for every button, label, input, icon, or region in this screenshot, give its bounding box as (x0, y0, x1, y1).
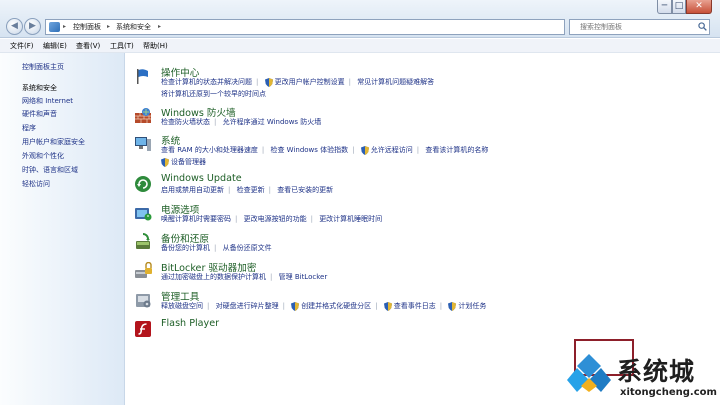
control-panel-window: ─ □ ✕ ◀ ▶ ▸ 控制面板 ▸ 系统和安全 ▸ ▼ ⟳ 文件(F) 编辑(… (0, 0, 720, 405)
link[interactable]: 查看 RAM 的大小和处理器速度 (161, 145, 258, 155)
link[interactable]: 更改计算机睡眠时间 (319, 214, 382, 224)
sidebar-item-hardware[interactable]: 硬件和声音 (22, 109, 57, 119)
power-options-icon (135, 208, 152, 221)
backup-icon (136, 233, 150, 249)
bitlocker-icon (135, 262, 152, 278)
sidebar-item-appearance[interactable]: 外观和个性化 (22, 151, 64, 161)
link-row: 备份您的计算机 | 从备份还原文件 (161, 243, 272, 253)
link[interactable]: 通过加密磁盘上的数据保护计算机 (161, 272, 266, 282)
back-button[interactable]: ◀ (6, 18, 23, 35)
sidebar-item-programs[interactable]: 程序 (22, 123, 36, 133)
link[interactable]: 更改电源按钮的功能 (244, 214, 307, 224)
control-panel-icon (49, 22, 60, 32)
search-input[interactable] (569, 19, 710, 35)
menu-edit[interactable]: 编辑(E) (43, 39, 67, 53)
link[interactable]: 查看该计算机的名称 (425, 145, 488, 155)
link[interactable]: 常见计算机问题疑难解答 (357, 77, 434, 87)
link-row: 设备管理器 (161, 157, 206, 167)
menu-help[interactable]: 帮助(H) (143, 39, 168, 53)
link[interactable]: 对硬盘进行碎片整理 (216, 301, 279, 311)
watermark-logo-icon (567, 354, 611, 392)
title-bar: ─ □ ✕ ◀ ▶ ▸ 控制面板 ▸ 系统和安全 ▸ ▼ ⟳ (0, 0, 720, 38)
link[interactable]: 检查 Windows 体验指数 (270, 145, 348, 155)
minimize-button[interactable]: ─ (657, 0, 672, 14)
link[interactable]: 设备管理器 (171, 157, 206, 167)
flash-player-icon (135, 321, 151, 337)
link[interactable]: 检查更新 (237, 185, 265, 195)
link-row: 检查计算机的状态并解决问题 | 更改用户帐户控制设置 | 常见计算机问题疑难解答 (161, 77, 435, 87)
category-title[interactable]: Flash Player (161, 318, 219, 329)
breadcrumb-system-security[interactable]: 系统和安全 (116, 20, 151, 34)
menu-view[interactable]: 查看(V) (76, 39, 100, 53)
link[interactable]: 查看事件日志 (394, 301, 436, 311)
sidebar-item-clock-region[interactable]: 时钟、语言和区域 (22, 165, 78, 175)
link[interactable]: 释放磁盘空间 (161, 301, 203, 311)
computer-icon (135, 137, 151, 151)
link-row: 检查防火墙状态 | 允许程序通过 Windows 防火墙 (161, 117, 322, 127)
watermark-text: 系统城 (617, 357, 696, 386)
windows-update-icon (135, 176, 151, 192)
breadcrumb-chevron-icon[interactable]: ▸ (158, 20, 161, 34)
maximize-button[interactable]: □ (672, 0, 686, 14)
admin-tools-icon (136, 294, 151, 308)
close-button[interactable]: ✕ (686, 0, 712, 14)
link[interactable]: 备份您的计算机 (161, 243, 210, 253)
menu-tools[interactable]: 工具(T) (110, 39, 134, 53)
sidebar-item-network[interactable]: 网络和 Internet (22, 96, 73, 106)
link[interactable]: 启用或禁用自动更新 (161, 185, 224, 195)
menu-file[interactable]: 文件(F) (10, 39, 34, 53)
shield-icon (291, 301, 300, 311)
firewall-icon (135, 108, 151, 123)
menu-bar: 文件(F) 编辑(E) 查看(V) 工具(T) 帮助(H) (0, 39, 720, 53)
link[interactable]: 允许程序通过 Windows 防火墙 (223, 117, 322, 127)
link-row: 查看 RAM 的大小和处理器速度 | 检查 Windows 体验指数 | 允许远程访… (161, 145, 489, 155)
category-title[interactable]: Windows Update (161, 173, 242, 184)
link-row: 释放磁盘空间 | 对硬盘进行碎片整理 | 创建并格式化硬盘分区 | 查看事件日志 | 计… (161, 301, 487, 311)
breadcrumb-control-panel[interactable]: 控制面板 (73, 20, 101, 34)
link-schedule-tasks[interactable]: 计划任务 (458, 301, 486, 311)
watermark-url: xitongcheng.com (620, 387, 717, 398)
breadcrumb-chevron-icon[interactable]: ▸ (107, 20, 110, 34)
link-row: 唤醒计算机时需要密码 | 更改电源按钮的功能 | 更改计算机睡眠时间 (161, 214, 383, 224)
sidebar-item-user-accounts[interactable]: 用户帐户和家庭安全 (22, 137, 85, 147)
link-row: 将计算机还原到一个较早的时间点 (161, 89, 266, 99)
link[interactable]: 从备份还原文件 (223, 243, 272, 253)
search-icon[interactable] (698, 22, 707, 31)
forward-button[interactable]: ▶ (24, 18, 41, 35)
link[interactable]: 将计算机还原到一个较早的时间点 (161, 89, 266, 99)
shield-icon (360, 145, 369, 155)
link[interactable]: 更改用户帐户控制设置 (275, 77, 345, 87)
sidebar-item-ease-of-access[interactable]: 轻松访问 (22, 179, 50, 189)
shield-icon (383, 301, 392, 311)
link[interactable]: 创建并格式化硬盘分区 (301, 301, 371, 311)
shield-icon (161, 157, 169, 167)
link[interactable]: 检查防火墙状态 (161, 117, 210, 127)
address-bar[interactable]: ▸ 控制面板 ▸ 系统和安全 ▸ ▼ ⟳ (45, 19, 610, 35)
link[interactable]: 允许远程访问 (371, 145, 413, 155)
link[interactable]: 管理 BitLocker (279, 272, 328, 282)
link[interactable]: 查看已安装的更新 (277, 185, 333, 195)
sidebar: 控制面板主页 系统和安全 网络和 Internet 硬件和声音 程序 用户帐户和… (0, 53, 125, 405)
link-row: 通过加密磁盘上的数据保护计算机 | 管理 BitLocker (161, 272, 328, 282)
link[interactable]: 检查计算机的状态并解决问题 (161, 77, 252, 87)
breadcrumb-chevron-icon[interactable]: ▸ (63, 20, 66, 34)
shield-icon (448, 301, 457, 311)
flag-icon (137, 69, 148, 84)
link-row: 启用或禁用自动更新 | 检查更新 | 查看已安装的更新 (161, 185, 334, 195)
sidebar-item-home[interactable]: 控制面板主页 (22, 62, 64, 72)
sidebar-item-system-security[interactable]: 系统和安全 (22, 83, 57, 93)
link[interactable]: 唤醒计算机时需要密码 (161, 214, 231, 224)
shield-icon (264, 77, 273, 87)
